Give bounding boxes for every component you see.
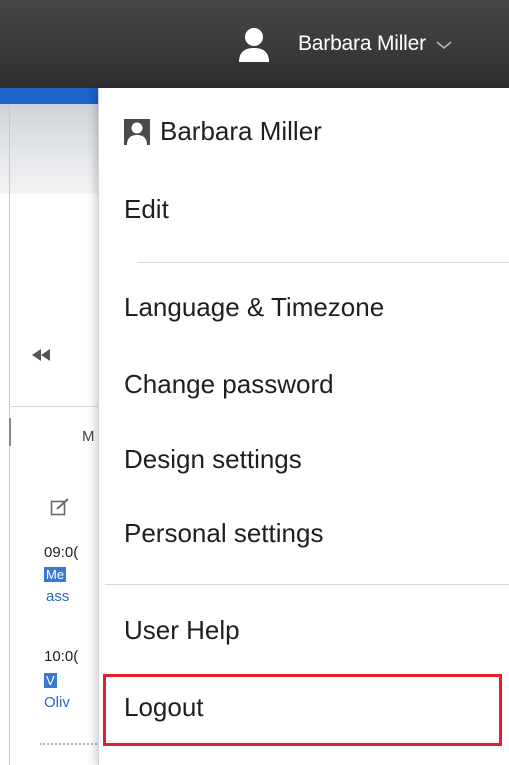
event-chip-label[interactable]: V bbox=[44, 673, 57, 688]
menu-item-edit[interactable]: Edit bbox=[124, 194, 169, 225]
top-bar: Barbara Miller bbox=[0, 0, 509, 88]
menu-item-change-password[interactable]: Change password bbox=[124, 369, 334, 400]
menu-divider bbox=[137, 262, 509, 263]
user-menu-trigger[interactable]: Barbara Miller bbox=[232, 22, 453, 66]
menu-user-profile[interactable]: Barbara Miller bbox=[124, 116, 322, 147]
event-time: 09:0( bbox=[44, 544, 79, 561]
event-link[interactable]: Oliv bbox=[44, 694, 70, 711]
event-chip[interactable]: V bbox=[44, 672, 57, 689]
menu-item-user-help[interactable]: User Help bbox=[124, 615, 240, 646]
menu-item-personal-settings[interactable]: Personal settings bbox=[124, 518, 323, 549]
background-divider bbox=[9, 406, 100, 407]
event-chip[interactable]: Me bbox=[44, 566, 67, 583]
background-column-divider bbox=[9, 418, 11, 446]
edit-icon[interactable] bbox=[50, 498, 70, 516]
user-dropdown-menu: Barbara Miller Edit Language & Timezone … bbox=[98, 88, 509, 765]
menu-item-design-settings[interactable]: Design settings bbox=[124, 444, 302, 475]
event-chip-label[interactable]: Me bbox=[44, 567, 67, 582]
menu-item-logout[interactable]: Logout bbox=[124, 692, 204, 723]
event-time: 10:0( bbox=[44, 648, 79, 665]
menu-item-language-timezone[interactable]: Language & Timezone bbox=[124, 292, 384, 323]
calendar-column-label: M bbox=[82, 428, 95, 445]
menu-divider bbox=[105, 584, 509, 585]
background-page: M 09:0( Me ass 10:0( V Oliv bbox=[0, 88, 100, 765]
avatar-icon bbox=[124, 118, 150, 145]
chevron-down-icon[interactable] bbox=[435, 39, 453, 51]
background-dotted-line bbox=[40, 743, 100, 745]
event-link[interactable]: ass bbox=[46, 588, 69, 605]
double-left-arrow-icon[interactable] bbox=[30, 348, 52, 362]
header-user-name[interactable]: Barbara Miller bbox=[298, 32, 426, 56]
user-silhouette-icon bbox=[232, 22, 276, 66]
menu-user-name[interactable]: Barbara Miller bbox=[160, 116, 322, 147]
background-blue-bar bbox=[0, 88, 100, 104]
background-header-band bbox=[0, 104, 100, 194]
